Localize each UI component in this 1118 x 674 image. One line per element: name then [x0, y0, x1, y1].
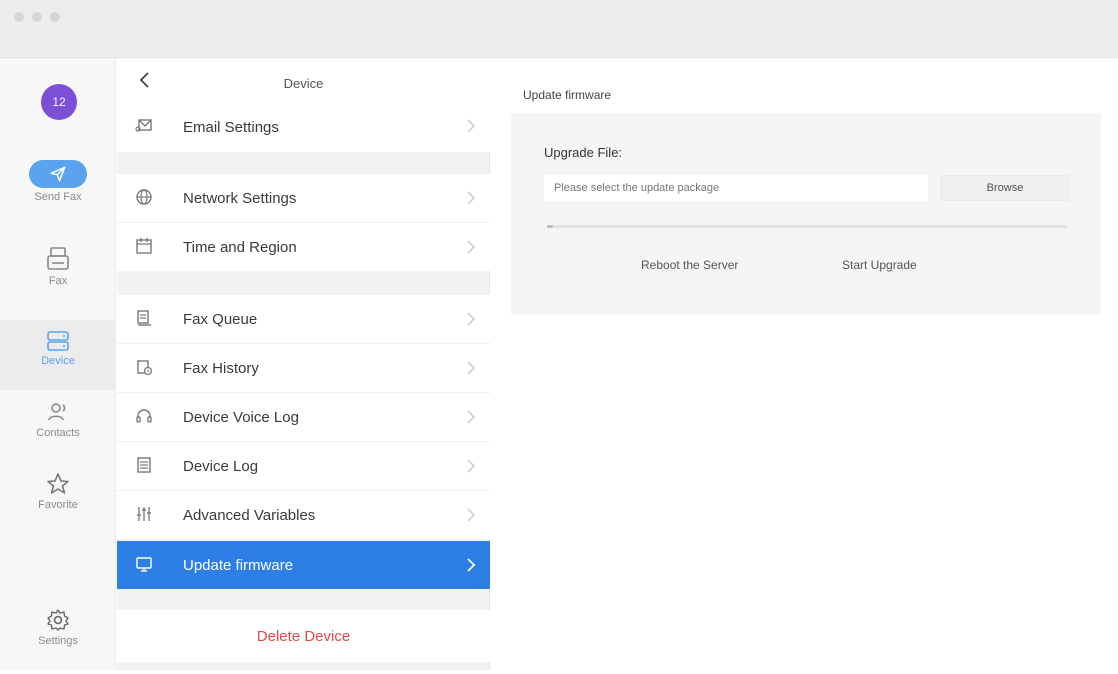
- minimize-window-button[interactable]: [32, 12, 42, 22]
- rail-item-contacts[interactable]: Contacts: [0, 400, 116, 466]
- menu-item-network-settings[interactable]: Network Settings: [117, 174, 490, 222]
- star-icon: [47, 473, 69, 494]
- zoom-window-button[interactable]: [50, 12, 60, 22]
- menu-item-label: Time and Region: [183, 238, 297, 256]
- menu-item-label: Network Settings: [183, 189, 297, 207]
- chevron-right-icon: [467, 191, 476, 205]
- chevron-right-icon: [467, 361, 476, 375]
- left-nav-rail: 12 Send Fax Fax Device Contacts Favorite…: [0, 58, 116, 670]
- paper-plane-icon: [50, 166, 66, 182]
- menu-item-advanced-variables[interactable]: Advanced Variables: [117, 491, 490, 539]
- menu-item-time-and-region[interactable]: Time and Region: [117, 223, 490, 271]
- rail-item-label: Fax: [48, 275, 68, 287]
- rail-item-send-fax[interactable]: Send Fax: [0, 160, 116, 226]
- monitor-icon: [136, 557, 152, 572]
- rail-item-label: Send Fax: [34, 191, 82, 203]
- upgrade-progress-bar: [547, 225, 1067, 228]
- upgrade-file-input[interactable]: [544, 175, 928, 201]
- menu-item-label: Device Log: [183, 457, 259, 475]
- device-menu-title: Device: [283, 76, 324, 91]
- contacts-icon: [48, 403, 66, 421]
- firmware-card: Upgrade File: Browse Reboot the Server S…: [511, 113, 1101, 315]
- rail-item-settings[interactable]: Settings: [0, 608, 116, 674]
- menu-item-device-log[interactable]: Device Log: [117, 442, 490, 490]
- rail-item-favorite[interactable]: Favorite: [0, 472, 116, 538]
- upgrade-file-label: Upgrade File:: [544, 145, 623, 160]
- rail-item-device[interactable]: Device: [0, 320, 116, 390]
- start-upgrade-button[interactable]: Start Upgrade: [842, 258, 917, 272]
- browse-button[interactable]: Browse: [941, 175, 1069, 201]
- fax-machine-icon: [47, 247, 69, 270]
- title-bar: [0, 0, 1118, 58]
- menu-item-label: Device Voice Log: [183, 408, 299, 426]
- menu-item-fax-queue[interactable]: Fax Queue: [117, 295, 490, 343]
- delete-device-label: Delete Device: [256, 627, 351, 645]
- menu-item-label: Email Settings: [183, 118, 279, 136]
- send-fax-pill: [29, 160, 87, 188]
- device-menu-header: Device: [117, 58, 490, 102]
- fax-queue-icon: [137, 310, 151, 326]
- rail-item-fax[interactable]: Fax: [0, 246, 116, 312]
- menu-item-label: Update firmware: [183, 556, 294, 574]
- email-settings-icon: [135, 119, 152, 132]
- rail-item-label: Device: [41, 355, 75, 367]
- headset-icon: [136, 409, 152, 423]
- menu-item-label: Fax History: [183, 359, 259, 377]
- section-title: Update firmware: [523, 88, 612, 102]
- chevron-right-icon: [467, 410, 476, 424]
- sliders-icon: [137, 507, 151, 521]
- fax-history-icon: [137, 360, 153, 376]
- chevron-right-icon: [467, 508, 476, 522]
- rail-item-label: Favorite: [38, 499, 78, 511]
- globe-icon: [136, 189, 152, 205]
- chevron-right-icon: [467, 558, 476, 572]
- menu-item-device-voice-log[interactable]: Device Voice Log: [117, 393, 490, 441]
- device-icon: [47, 331, 69, 351]
- log-icon: [137, 457, 151, 473]
- delete-device-button[interactable]: Delete Device: [117, 610, 490, 662]
- upgrade-progress-fill: [547, 225, 553, 228]
- chevron-right-icon: [467, 240, 476, 254]
- app-window: 12 Send Fax Fax Device Contacts Favorite…: [0, 0, 1118, 670]
- close-window-button[interactable]: [14, 12, 24, 22]
- chevron-right-icon: [467, 119, 476, 133]
- device-menu-panel: Device Email Settings Network Settings T…: [117, 58, 490, 670]
- reboot-server-button[interactable]: Reboot the Server: [641, 258, 738, 272]
- calendar-icon: [136, 238, 152, 254]
- menu-item-fax-history[interactable]: Fax History: [117, 344, 490, 392]
- menu-item-label: Advanced Variables: [183, 506, 316, 524]
- rail-item-label: Settings: [38, 635, 78, 647]
- chevron-right-icon: [467, 312, 476, 326]
- avatar[interactable]: 12: [41, 84, 77, 120]
- gear-icon: [47, 609, 69, 631]
- menu-item-update-firmware[interactable]: Update firmware: [117, 541, 490, 589]
- rail-item-label: Contacts: [36, 427, 80, 439]
- menu-item-email-settings[interactable]: Email Settings: [117, 102, 490, 152]
- chevron-right-icon: [467, 459, 476, 473]
- menu-item-label: Fax Queue: [183, 310, 258, 328]
